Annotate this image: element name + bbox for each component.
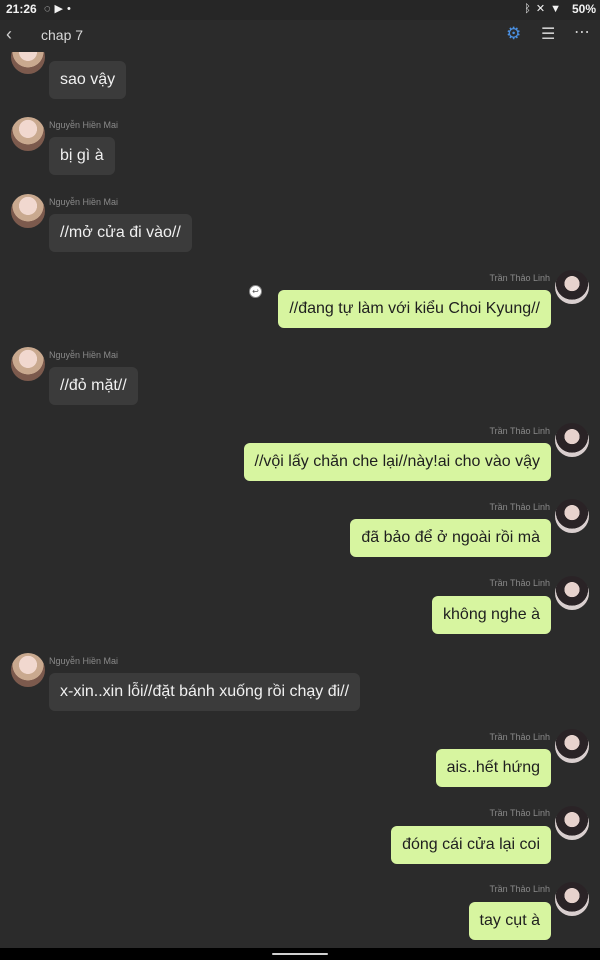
sender-name: Nguyễn Hiền Mai	[49, 656, 119, 666]
message-bubble[interactable]: //đang tự làm với kiểu Choi Kyung//	[278, 290, 551, 328]
wifi-icon: ▼	[550, 3, 566, 15]
battery-level: 50%	[571, 2, 596, 16]
avatar[interactable]	[11, 347, 45, 381]
sender-name: Trần Thảo Linh	[489, 884, 550, 894]
messenger-icon: ◌	[44, 3, 55, 15]
reply-indicator-icon: ↩	[249, 285, 262, 298]
message-bubble[interactable]: sao vậy	[49, 61, 127, 99]
message-bubble[interactable]: bị gì à	[49, 137, 115, 175]
message-bubble[interactable]: đóng cái cửa lại coi	[391, 826, 551, 864]
notification-icons: ◌▶•	[44, 2, 75, 15]
avatar[interactable]	[555, 423, 589, 457]
app-bar: ‹ chap 7 ⚙ ☰ ⋯	[0, 20, 600, 52]
avatar[interactable]	[555, 806, 589, 840]
sender-name: Trần Thảo Linh	[489, 426, 550, 436]
message-bubble[interactable]: ais..hết hứng	[435, 749, 551, 787]
youtube-icon: ▶	[54, 3, 68, 15]
avatar[interactable]	[555, 729, 589, 763]
message-bubble[interactable]: tay cụt à	[468, 902, 551, 940]
mute-icon: ✕	[535, 3, 551, 15]
bluetooth-icon: ᛒ	[524, 3, 536, 15]
list-icon[interactable]: ☰	[541, 24, 555, 44]
dot-icon: •	[67, 3, 75, 15]
sender-name: Nguyễn Hiền Mai	[49, 350, 119, 360]
message-bubble[interactable]: x-xin..xin lỗi//đặt bánh xuống rồi chạy …	[49, 673, 361, 711]
message-bubble[interactable]: //mở cửa đi vào//	[49, 214, 192, 252]
system-icons: ᛒ✕▼	[524, 2, 566, 15]
avatar[interactable]	[11, 194, 45, 228]
message-bubble[interactable]: //vội lấy chăn che lại//này!ai cho vào v…	[243, 443, 551, 481]
sender-name: Nguyễn Hiền Mai	[49, 120, 119, 130]
avatar[interactable]	[555, 270, 589, 304]
message-bubble[interactable]: đã bảo để ở ngoài rồi mà	[350, 519, 551, 557]
sender-name: Trần Thảo Linh	[489, 808, 550, 818]
sender-name: Trần Thảo Linh	[489, 502, 550, 512]
message-bubble[interactable]: //đỏ mặt//	[49, 367, 138, 405]
avatar[interactable]	[555, 882, 589, 916]
avatar[interactable]	[11, 653, 45, 687]
avatar[interactable]	[555, 499, 589, 533]
chat-title: chap 7	[41, 27, 84, 43]
sender-name: Nguyễn Hiền Mai	[49, 197, 119, 207]
avatar[interactable]	[555, 576, 589, 610]
more-options-icon[interactable]: ⋯	[574, 22, 591, 42]
status-bar: 21:26 ◌▶• ᛒ✕▼ 50%	[0, 0, 600, 20]
avatar[interactable]	[11, 117, 45, 151]
gear-icon[interactable]: ⚙	[506, 24, 521, 44]
navigation-bar	[0, 948, 600, 960]
sender-name: Trần Thảo Linh	[489, 578, 550, 588]
chat-area[interactable]: sao vậy Nguyễn Hiền Mai bị gì à Nguyễn H…	[0, 0, 600, 948]
clock: 21:26	[6, 2, 37, 16]
sender-name: Trần Thảo Linh	[489, 273, 550, 283]
back-arrow-icon[interactable]: ‹	[6, 24, 12, 45]
gesture-handle[interactable]	[272, 953, 328, 955]
sender-name: Trần Thảo Linh	[489, 732, 550, 742]
message-bubble[interactable]: không nghe à	[432, 596, 551, 634]
